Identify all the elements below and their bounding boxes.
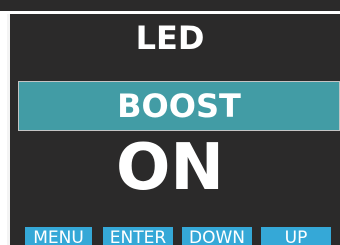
enter-button[interactable]: ENTER	[103, 227, 173, 245]
up-button[interactable]: UP	[261, 227, 331, 245]
menu-button[interactable]: MENU	[25, 227, 92, 245]
down-button[interactable]: DOWN	[182, 227, 252, 245]
menu-title: LED	[135, 19, 205, 57]
selected-menu-item: BOOST	[18, 81, 340, 131]
setting-state: ON	[116, 131, 224, 205]
top-bezel	[0, 0, 340, 11]
